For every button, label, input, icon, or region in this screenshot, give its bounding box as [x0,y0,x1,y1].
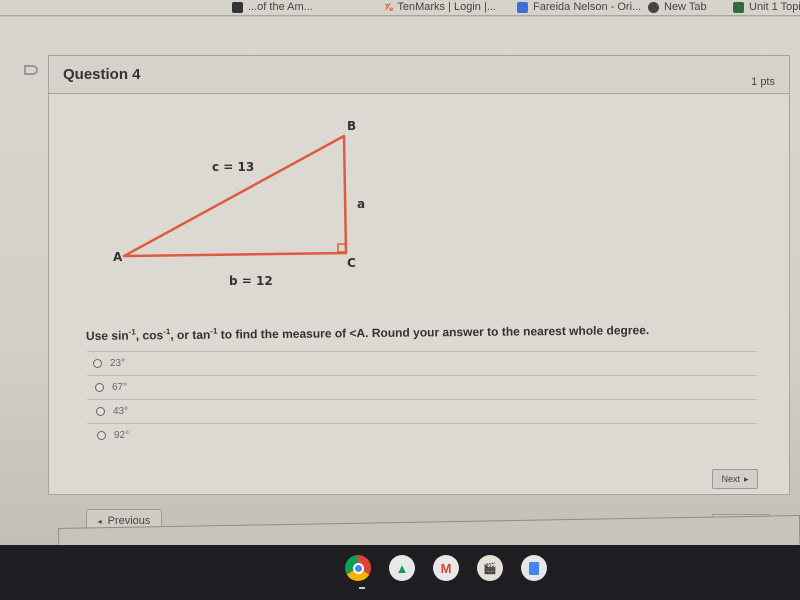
bookmarks-bar: ...of the Am... ⅞ TenMarks | Login |... … [0,0,800,16]
radio-button[interactable] [95,383,104,392]
triangle-shape [122,134,348,258]
bookmark-label: ...of the Am... [248,1,313,13]
tenmarks-icon: ⅞ [384,1,393,13]
bookmark-dark-icon [232,1,243,13]
flag-question-icon[interactable] [24,65,38,75]
side-b-label: b = 12 [229,274,273,288]
bookmark-item[interactable]: ...of the Am... [232,0,313,14]
answer-option[interactable]: 92° [87,423,757,447]
bookmark-item[interactable]: ⅞ TenMarks | Login |... [384,0,496,14]
bookmark-label: Unit 1 Topic 2: S [749,1,800,13]
answer-label: 67° [112,382,128,393]
question-header: Question 4 1 pts [49,56,789,94]
bookmark-item[interactable]: Unit 1 Topic 2: S [733,0,800,14]
answer-label: 92° [114,430,130,441]
google-drive-icon[interactable]: ▲ [389,555,415,581]
bookmark-label: TenMarks | Login |... [397,1,496,13]
side-a-label: a [357,197,365,211]
video-editor-icon[interactable]: 🎬 [477,555,503,581]
os-shelf: ▲ M 🎬 [0,545,800,600]
docs-icon [517,1,528,13]
quiz-page: Question 4 1 pts A B C c = 13 b = 12 a U… [0,17,800,545]
side-c-label: c = 13 [212,160,254,174]
question-card: Question 4 1 pts A B C c = 13 b = 12 a U… [48,55,790,495]
bookmark-item[interactable]: Fareida Nelson - Ori... [517,0,641,14]
answer-option[interactable]: 43° [87,399,757,423]
question-prompt: Use sin-1, cos-1, or tan-1 to find the m… [85,323,650,343]
radio-button[interactable] [93,359,102,368]
vertex-a-label: A [113,250,123,264]
answer-list: 23° 67° 43° 92° [87,351,757,447]
answer-option[interactable]: 67° [87,375,757,399]
radio-button[interactable] [97,431,106,440]
chrome-icon[interactable] [345,555,371,589]
next-arrow-icon: ▸ [743,473,749,484]
question-points: 1 pts [751,75,775,88]
triangle-diagram: A B C c = 13 b = 12 a [109,119,389,301]
gmail-icon[interactable]: M [433,555,459,581]
answer-option[interactable]: 23° [87,351,757,375]
google-docs-icon[interactable] [521,555,547,581]
question-title: Question 4 [63,66,141,83]
next-button[interactable]: Next ▸ [712,469,758,489]
bookmark-label: New Tab [664,1,707,13]
globe-icon [648,1,659,13]
previous-arrow-icon: ◂ [97,516,102,526]
answer-label: 23° [110,358,126,369]
bookmark-item[interactable]: New Tab [648,0,707,14]
savvas-icon [733,1,744,13]
radio-button[interactable] [96,407,105,416]
vertex-c-label: C [347,256,356,270]
bookmark-label: Fareida Nelson - Ori... [533,1,642,13]
vertex-b-label: B [347,121,356,133]
active-indicator [359,587,365,589]
answer-label: 43° [113,406,129,417]
